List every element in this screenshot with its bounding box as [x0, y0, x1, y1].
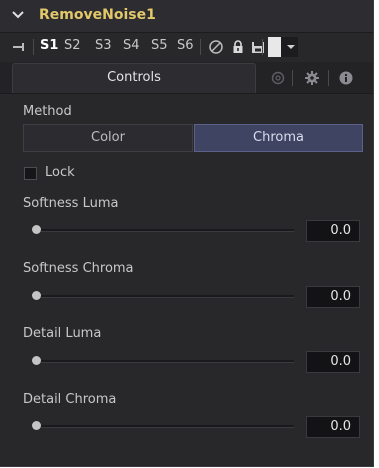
slot-s1[interactable]: S1 [40, 38, 58, 53]
inspector-panel: RemoveNoise1 S1 S2 S3 S4 S5 S6 Controls … [0, 0, 374, 467]
slot-s3[interactable]: S3 [95, 38, 112, 53]
lock-icon[interactable] [230, 39, 246, 55]
gear-icon[interactable] [304, 70, 320, 86]
method-label: Method [23, 104, 72, 119]
lock-checkbox[interactable] [24, 167, 37, 180]
lock-label: Lock [45, 165, 75, 180]
node-title: RemoveNoise1 [39, 7, 156, 23]
chevron-down-icon[interactable] [11, 8, 25, 22]
method-color-button[interactable]: Color [23, 124, 193, 152]
softness-luma-label: Softness Luma [23, 196, 119, 211]
swatch-color [268, 37, 281, 57]
save-icon[interactable] [250, 39, 266, 55]
inspector-tabs: Controls [0, 62, 373, 94]
detail-luma-slider-handle[interactable] [32, 356, 41, 365]
detail-luma-slider[interactable] [36, 360, 294, 363]
detail-chroma-value-field[interactable]: 0.0 [306, 416, 360, 438]
node-header[interactable]: RemoveNoise1 [0, 0, 373, 33]
softness-luma-value-field[interactable]: 0.0 [306, 220, 360, 242]
chevron-down-icon [287, 45, 295, 49]
pin-icon[interactable] [12, 41, 28, 53]
detail-chroma-label: Detail Chroma [23, 392, 117, 407]
tab-divider [292, 70, 293, 86]
slot-s5[interactable]: S5 [151, 38, 168, 53]
toolbar-divider [262, 39, 263, 55]
detail-chroma-slider[interactable] [36, 425, 294, 428]
toolbar-divider [33, 39, 34, 55]
node-toolbar: S1 S2 S3 S4 S5 S6 [0, 33, 373, 61]
softness-chroma-value-field[interactable]: 0.0 [306, 286, 360, 308]
tab-divider [328, 70, 329, 86]
info-icon[interactable] [338, 70, 354, 86]
detail-chroma-slider-handle[interactable] [32, 421, 41, 430]
detail-luma-value-field[interactable]: 0.0 [306, 351, 360, 373]
softness-luma-slider-handle[interactable] [32, 225, 41, 234]
slot-s6[interactable]: S6 [177, 38, 194, 53]
softness-chroma-slider-handle[interactable] [32, 291, 41, 300]
method-chroma-button[interactable]: Chroma [194, 124, 363, 152]
color-swatch-icon[interactable] [268, 37, 298, 57]
tab-controls[interactable]: Controls [12, 63, 256, 93]
slot-s4[interactable]: S4 [123, 38, 140, 53]
slot-s2[interactable]: S2 [64, 38, 81, 53]
detail-luma-label: Detail Luma [23, 326, 102, 341]
softness-luma-slider[interactable] [36, 229, 294, 232]
disable-icon[interactable] [208, 39, 224, 55]
spline-icon[interactable] [270, 70, 286, 86]
softness-chroma-label: Softness Chroma [23, 261, 134, 276]
toolbar-divider [200, 39, 201, 55]
softness-chroma-slider[interactable] [36, 295, 294, 298]
